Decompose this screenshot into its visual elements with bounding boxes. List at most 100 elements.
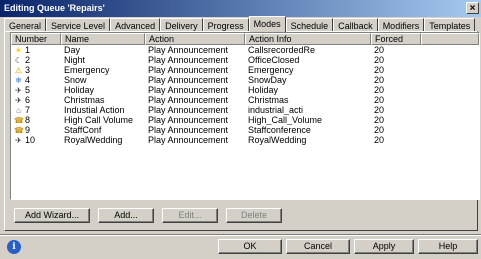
- cell-name: StaffConf: [64, 125, 102, 135]
- mode-number: 9: [25, 125, 31, 135]
- table-row[interactable]: ☎ 8 High Call Volume Play Announcement High_…: [11, 115, 479, 125]
- cell-action: Play Announcement: [148, 65, 229, 75]
- column-header-name[interactable]: Name: [61, 33, 145, 45]
- cell-action-info: SnowDay: [248, 75, 287, 85]
- add-button[interactable]: Add...: [98, 208, 154, 223]
- cell-name: Day: [64, 45, 81, 55]
- table-row[interactable]: ☾ 2 Night Play Announcement OfficeClosed 20: [11, 55, 479, 65]
- cell-action-info: CallsrecordedRe: [248, 45, 316, 55]
- mode-number: 6: [25, 95, 31, 105]
- table-row[interactable]: ⚠ 3 Emergency Play Announcement Emergency 20: [11, 65, 479, 75]
- cell-action: Play Announcement: [148, 95, 229, 105]
- cell-action-info: High_Call_Volume: [248, 115, 323, 125]
- cell-number: ☎ 9: [11, 125, 61, 135]
- table-row[interactable]: ✈ 6 Christmas Play Announcement Christmas 20: [11, 95, 479, 105]
- mode-number: 4: [25, 75, 31, 85]
- table-row[interactable]: ☀ 1 Day Play Announcement CallsrecordedRe 20: [11, 45, 479, 55]
- cell-forced: 20: [374, 45, 385, 55]
- footer-separator: [0, 234, 481, 236]
- edit-button[interactable]: Edit...: [162, 208, 218, 223]
- cell-action-info: Emergency: [248, 65, 294, 75]
- phone-volume-icon: ☎: [14, 115, 24, 125]
- ok-button[interactable]: OK: [218, 239, 282, 254]
- cell-number: ✈ 6: [11, 95, 61, 105]
- cell-name: Christmas: [64, 95, 105, 105]
- cell-forced: 20: [374, 135, 385, 145]
- tab-progress[interactable]: Progress: [202, 18, 249, 32]
- airplane-icon: ✈: [15, 95, 22, 105]
- tab-delivery[interactable]: Delivery: [160, 18, 203, 32]
- modes-list[interactable]: Number Name Action Action Info Forced ☀ 1…: [10, 32, 480, 200]
- cell-name: Emergency: [64, 65, 110, 75]
- table-row[interactable]: ☎ 9 StaffConf Play Announcement Staffconfere…: [11, 125, 479, 135]
- night-icon: ☾: [14, 55, 23, 65]
- help-button[interactable]: Help: [418, 239, 478, 254]
- tab-templates[interactable]: Templates: [424, 18, 476, 32]
- cell-action-info: RoyalWedding: [248, 135, 307, 145]
- cell-forced: 20: [374, 95, 385, 105]
- mode-number: 7: [25, 105, 31, 115]
- cell-name: Holiday: [64, 85, 95, 95]
- cell-number: ❄ 4: [11, 75, 61, 85]
- cell-number: ✈ 5: [11, 85, 61, 95]
- mode-number: 3: [25, 65, 31, 75]
- table-row[interactable]: ✈ 5 Holiday Play Announcement Holiday 20: [11, 85, 479, 95]
- tab-modes[interactable]: Modes: [248, 16, 286, 32]
- cell-action-info: Holiday: [248, 85, 279, 95]
- phone-volume-icon: ☎: [14, 125, 24, 135]
- cell-name: Industial Action: [64, 105, 125, 115]
- cell-action: Play Announcement: [148, 45, 229, 55]
- table-row[interactable]: ❄ 4 Snow Play Announcement SnowDay 20: [11, 75, 479, 85]
- cell-forced: 20: [374, 105, 385, 115]
- cell-action: Play Announcement: [148, 85, 229, 95]
- info-icon[interactable]: i: [7, 240, 21, 254]
- cell-forced: 20: [374, 65, 385, 75]
- cell-forced: 20: [374, 115, 385, 125]
- cell-name: Night: [64, 55, 86, 65]
- column-header-action[interactable]: Action: [145, 33, 245, 45]
- mode-number: 2: [25, 55, 31, 65]
- tab-general[interactable]: General: [4, 18, 47, 32]
- cell-action: Play Announcement: [148, 135, 229, 145]
- cell-forced: 20: [374, 85, 385, 95]
- window-title: Editing Queue 'Repairs': [4, 3, 105, 13]
- apply-button[interactable]: Apply: [354, 239, 414, 254]
- tab-service-level[interactable]: Service Level: [46, 18, 111, 32]
- tab-modifiers[interactable]: Modifiers: [377, 18, 425, 32]
- column-header-filler: [421, 33, 479, 45]
- cell-action: Play Announcement: [148, 115, 229, 125]
- building-icon: ⌂: [16, 105, 21, 115]
- cell-action: Play Announcement: [148, 75, 229, 85]
- tab-schedule[interactable]: Schedule: [285, 18, 334, 32]
- warning-icon: ⚠: [14, 65, 23, 75]
- close-button[interactable]: ×: [466, 2, 479, 14]
- cell-number: ✈ 10: [11, 135, 61, 145]
- cell-name: High Call Volume: [64, 115, 134, 125]
- cell-action: Play Announcement: [148, 105, 229, 115]
- cancel-button[interactable]: Cancel: [286, 239, 350, 254]
- airplane-icon: ✈: [15, 85, 22, 95]
- cell-action: Play Announcement: [148, 125, 229, 135]
- tab-callback[interactable]: Callback: [333, 18, 378, 32]
- mode-number: 8: [25, 115, 31, 125]
- table-row[interactable]: ⌂ 7 Industial Action Play Announcement indus…: [11, 105, 479, 115]
- mode-number: 5: [25, 85, 31, 95]
- list-header: Number Name Action Action Info Forced: [11, 33, 479, 45]
- cell-number: ⌂ 7: [11, 105, 61, 115]
- list-rows: ☀ 1 Day Play Announcement CallsrecordedRe 20 ☾…: [11, 45, 479, 145]
- column-header-action-info[interactable]: Action Info: [245, 33, 371, 45]
- column-header-number[interactable]: Number: [11, 33, 61, 45]
- delete-button[interactable]: Delete: [226, 208, 282, 223]
- tab-advanced[interactable]: Advanced: [110, 18, 161, 32]
- mode-number: 1: [25, 45, 31, 55]
- mode-number: 10: [25, 135, 36, 145]
- cell-action-info: industrial_acti: [248, 105, 304, 115]
- cell-forced: 20: [374, 75, 385, 85]
- cell-name: RoyalWedding: [64, 135, 123, 145]
- table-row[interactable]: ✈ 10 RoyalWedding Play Announcement RoyalWed…: [11, 135, 479, 145]
- column-header-forced[interactable]: Forced: [371, 33, 421, 45]
- add-wizard-button[interactable]: Add Wizard...: [14, 208, 90, 223]
- cell-action-info: Staffconference: [248, 125, 311, 135]
- cell-forced: 20: [374, 55, 385, 65]
- window-titlebar: Editing Queue 'Repairs' ×: [0, 0, 481, 17]
